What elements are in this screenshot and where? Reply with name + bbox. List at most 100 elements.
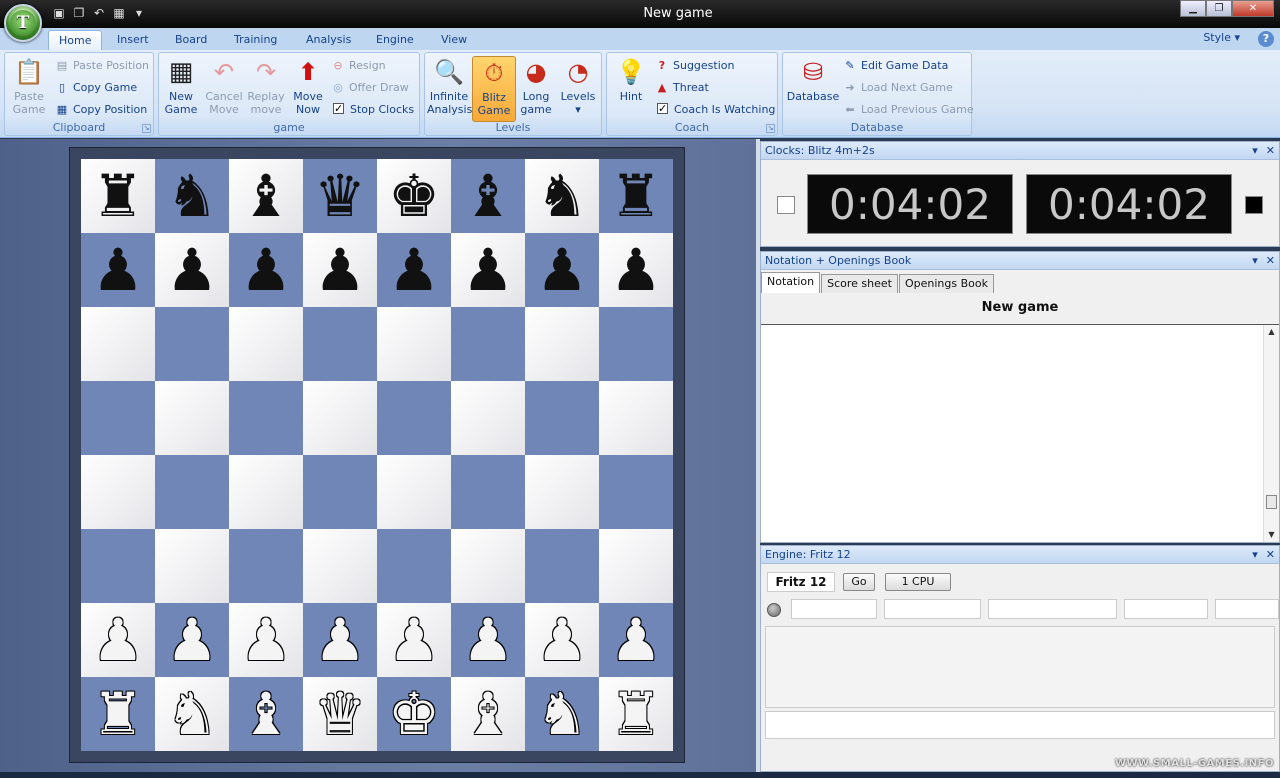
- help-icon[interactable]: ?: [1258, 31, 1274, 47]
- engine-name[interactable]: Fritz 12: [767, 572, 835, 592]
- tab-engine[interactable]: Engine: [366, 30, 424, 50]
- square-d4[interactable]: [303, 455, 377, 529]
- white-rook-icon[interactable]: ♜: [92, 685, 144, 743]
- square-c8[interactable]: ♝: [229, 159, 303, 233]
- square-b4[interactable]: [155, 455, 229, 529]
- white-king-icon[interactable]: ♚: [388, 685, 440, 743]
- notation-list[interactable]: ▲ ▼: [761, 324, 1279, 542]
- tab-score-sheet[interactable]: Score sheet: [821, 274, 898, 293]
- black-pawn-icon[interactable]: ♟: [92, 241, 144, 299]
- black-knight-icon[interactable]: ♞: [166, 167, 218, 225]
- square-c1[interactable]: ♝: [229, 677, 303, 751]
- tab-analysis[interactable]: Analysis: [296, 30, 361, 50]
- black-rook-icon[interactable]: ♜: [610, 167, 662, 225]
- square-g6[interactable]: [525, 307, 599, 381]
- square-d1[interactable]: ♛: [303, 677, 377, 751]
- square-b6[interactable]: [155, 307, 229, 381]
- resign-button[interactable]: ⊖ Resign: [331, 57, 385, 75]
- panel-close-icon[interactable]: ✕: [1266, 254, 1275, 267]
- black-rook-icon[interactable]: ♜: [92, 167, 144, 225]
- square-c3[interactable]: [229, 529, 303, 603]
- square-f1[interactable]: ♝: [451, 677, 525, 751]
- engine-go-button[interactable]: Go: [843, 573, 875, 591]
- square-f7[interactable]: ♟: [451, 233, 525, 307]
- square-d7[interactable]: ♟: [303, 233, 377, 307]
- tab-insert[interactable]: Insert: [107, 30, 159, 50]
- square-e8[interactable]: ♚: [377, 159, 451, 233]
- edit-game-data-button[interactable]: ✎ Edit Game Data: [843, 57, 948, 75]
- white-pawn-icon[interactable]: ♟: [536, 611, 588, 669]
- white-rook-icon[interactable]: ♜: [610, 685, 662, 743]
- square-g8[interactable]: ♞: [525, 159, 599, 233]
- white-pawn-icon[interactable]: ♟: [166, 611, 218, 669]
- database-button[interactable]: ⛁ Database: [786, 56, 840, 104]
- long-game-button[interactable]: ◕ Long game: [514, 56, 558, 117]
- black-bishop-icon[interactable]: ♝: [462, 167, 514, 225]
- square-h5[interactable]: [599, 381, 673, 455]
- white-pawn-icon[interactable]: ♟: [92, 611, 144, 669]
- undo-icon[interactable]: ↶: [92, 6, 106, 20]
- dialog-launcher-icon[interactable]: ↘: [766, 124, 775, 133]
- square-c5[interactable]: [229, 381, 303, 455]
- square-h3[interactable]: [599, 529, 673, 603]
- cancel-move-button[interactable]: ↶ Cancel Move: [202, 56, 246, 117]
- square-e6[interactable]: [377, 307, 451, 381]
- tab-home[interactable]: Home: [48, 30, 103, 50]
- white-pawn-icon[interactable]: ♟: [388, 611, 440, 669]
- engine-cpu-button[interactable]: 1 CPU: [885, 573, 951, 591]
- copy-game-button[interactable]: ▯ Copy Game: [55, 79, 137, 97]
- square-b1[interactable]: ♞: [155, 677, 229, 751]
- square-f5[interactable]: [451, 381, 525, 455]
- white-knight-icon[interactable]: ♞: [536, 685, 588, 743]
- stop-clocks-checkbox[interactable]: Stop Clocks: [333, 100, 414, 119]
- black-king-icon[interactable]: ♚: [388, 167, 440, 225]
- square-b7[interactable]: ♟: [155, 233, 229, 307]
- black-pawn-icon[interactable]: ♟: [388, 241, 440, 299]
- panel-close-icon[interactable]: ✕: [1266, 144, 1275, 157]
- offer-draw-button[interactable]: ◎ Offer Draw: [331, 79, 409, 97]
- square-e4[interactable]: [377, 455, 451, 529]
- black-pawn-icon[interactable]: ♟: [240, 241, 292, 299]
- square-h8[interactable]: ♜: [599, 159, 673, 233]
- tab-view[interactable]: View: [431, 30, 477, 50]
- scrollbar-thumb[interactable]: [1266, 495, 1277, 509]
- square-d8[interactable]: ♛: [303, 159, 377, 233]
- white-bishop-icon[interactable]: ♝: [240, 685, 292, 743]
- square-h1[interactable]: ♜: [599, 677, 673, 751]
- square-d5[interactable]: [303, 381, 377, 455]
- black-knight-icon[interactable]: ♞: [536, 167, 588, 225]
- black-pawn-icon[interactable]: ♟: [610, 241, 662, 299]
- panel-menu-icon[interactable]: ▾: [1252, 254, 1258, 267]
- black-queen-icon[interactable]: ♛: [314, 167, 366, 225]
- tab-training[interactable]: Training: [224, 30, 287, 50]
- square-g1[interactable]: ♞: [525, 677, 599, 751]
- square-a2[interactable]: ♟: [81, 603, 155, 677]
- square-c2[interactable]: ♟: [229, 603, 303, 677]
- replay-move-button[interactable]: ↷ Replay move: [244, 56, 288, 117]
- black-pawn-icon[interactable]: ♟: [462, 241, 514, 299]
- move-now-button[interactable]: ⬆ Move Now: [286, 56, 330, 117]
- square-c6[interactable]: [229, 307, 303, 381]
- customize-dropdown-icon[interactable]: ▾: [132, 6, 146, 20]
- square-b5[interactable]: [155, 381, 229, 455]
- square-a6[interactable]: [81, 307, 155, 381]
- white-pawn-icon[interactable]: ♟: [610, 611, 662, 669]
- white-pawn-icon[interactable]: ♟: [462, 611, 514, 669]
- square-e3[interactable]: [377, 529, 451, 603]
- square-g4[interactable]: [525, 455, 599, 529]
- square-a8[interactable]: ♜: [81, 159, 155, 233]
- square-h2[interactable]: ♟: [599, 603, 673, 677]
- load-next-game-button[interactable]: ➜ Load Next Game: [843, 79, 952, 97]
- load-previous-game-button[interactable]: ⬅ Load Previous Game: [843, 101, 973, 119]
- square-f2[interactable]: ♟: [451, 603, 525, 677]
- paste-position-button[interactable]: ▤ Paste Position: [55, 57, 149, 75]
- square-a5[interactable]: [81, 381, 155, 455]
- square-g5[interactable]: [525, 381, 599, 455]
- square-b8[interactable]: ♞: [155, 159, 229, 233]
- minimize-button[interactable]: ▁: [1180, 0, 1206, 17]
- blitz-game-button[interactable]: ⏱ Blitz Game: [472, 56, 516, 122]
- infinite-analysis-button[interactable]: 🔍 Infinite Analysis: [427, 56, 472, 117]
- dialog-launcher-icon[interactable]: ↘: [142, 124, 151, 133]
- white-pawn-icon[interactable]: ♟: [314, 611, 366, 669]
- square-a3[interactable]: [81, 529, 155, 603]
